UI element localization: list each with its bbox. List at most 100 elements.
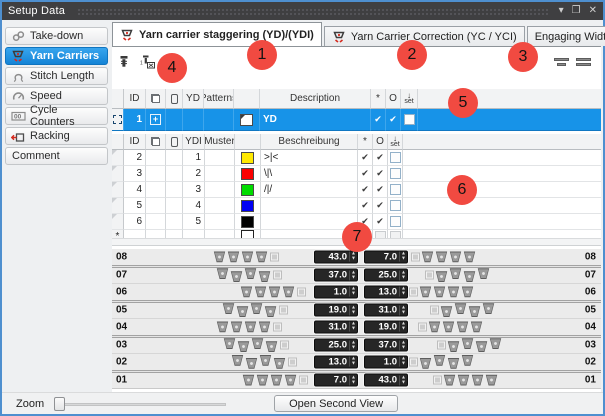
table-row[interactable]: 1+YD✔✔: [112, 109, 601, 131]
table-row[interactable]: 32\|\✔✔: [112, 166, 601, 182]
set-checkbox[interactable]: [390, 168, 401, 179]
carrier-assign-icon[interactable]: 1: [139, 55, 156, 69]
staggering-value-spinner[interactable]: 13.0▲▼: [364, 285, 408, 298]
set-checkbox[interactable]: [390, 200, 401, 211]
sidebar-item-cycle-counters[interactable]: 00Cycle Counters: [5, 107, 108, 125]
spinner-down-icon[interactable]: ▼: [351, 327, 356, 332]
spinner-arrows[interactable]: ▲▼: [349, 340, 357, 350]
carrier-group-left[interactable]: [213, 251, 280, 262]
staggering-value-spinner[interactable]: 31.0▲▼: [314, 320, 358, 333]
sidebar-item-yarn-carriers[interactable]: Yarn Carriers: [5, 47, 108, 65]
spinner-down-icon[interactable]: ▼: [351, 362, 356, 367]
stop-marker-handle[interactable]: [410, 358, 417, 365]
color-swatch[interactable]: [241, 152, 254, 164]
sidebar-item-speed[interactable]: Speed: [5, 87, 108, 105]
stop-marker-handle[interactable]: [438, 342, 445, 349]
spinner-arrows[interactable]: ▲▼: [349, 322, 357, 332]
zoom-slider-thumb[interactable]: [54, 397, 65, 411]
stop-marker-handle[interactable]: [298, 288, 305, 295]
stop-marker-handle[interactable]: [300, 377, 307, 384]
spinner-down-icon[interactable]: ▼: [401, 275, 406, 280]
spinner-down-icon[interactable]: ▼: [401, 362, 406, 367]
spinner-arrows[interactable]: ▲▼: [399, 270, 407, 280]
table-row[interactable]: 54✔✔: [112, 198, 601, 214]
spinner-arrows[interactable]: ▲▼: [349, 357, 357, 367]
stop-marker-handle[interactable]: [271, 253, 278, 260]
sidebar-item-comment[interactable]: Comment: [5, 147, 108, 165]
close-icon[interactable]: ✕: [589, 6, 597, 16]
staggering-value-spinner[interactable]: 13.0▲▼: [314, 355, 358, 368]
table-row[interactable]: 21>|<✔✔: [112, 150, 601, 166]
stop-marker-handle[interactable]: [419, 323, 426, 330]
color-swatch[interactable]: [241, 184, 254, 196]
spinner-down-icon[interactable]: ▼: [401, 380, 406, 385]
spinner-down-icon[interactable]: ▼: [401, 327, 406, 332]
titlebar[interactable]: Setup Data ▾❐✕: [2, 2, 603, 20]
pattern-swatch[interactable]: [240, 114, 253, 126]
carrier-group-left[interactable]: [222, 305, 289, 316]
window-menu-icon[interactable]: ▾: [559, 6, 564, 16]
spinner-arrows[interactable]: ▲▼: [399, 305, 407, 315]
staggering-value-spinner[interactable]: 1.0▲▼: [314, 285, 358, 298]
spinner-down-icon[interactable]: ▼: [401, 257, 406, 262]
spinner-down-icon[interactable]: ▼: [351, 380, 356, 385]
tab-yarn-carrier-correction-yc-yci[interactable]: Yarn Carrier Correction (YC / YCI): [324, 26, 525, 46]
layout-compact-icon[interactable]: [554, 58, 569, 66]
spinner-arrows[interactable]: ▲▼: [399, 375, 407, 385]
zoom-slider[interactable]: [54, 397, 226, 411]
staggering-value-spinner[interactable]: 37.0▲▼: [314, 269, 358, 282]
spinner-down-icon[interactable]: ▼: [351, 345, 356, 350]
stop-marker-handle[interactable]: [274, 323, 281, 330]
spinner-arrows[interactable]: ▲▼: [399, 322, 407, 332]
staggering-value-spinner[interactable]: 43.0▲▼: [314, 250, 358, 263]
carrier-group-right[interactable]: [424, 270, 491, 281]
table-row[interactable]: 43/|/✔✔: [112, 182, 601, 198]
stop-marker-handle[interactable]: [412, 253, 419, 260]
stop-marker-handle[interactable]: [431, 307, 438, 314]
stop-marker-handle[interactable]: [289, 358, 296, 365]
staggering-value-spinner[interactable]: 19.0▲▼: [364, 320, 408, 333]
spinner-arrows[interactable]: ▲▼: [349, 375, 357, 385]
sidebar-item-take-down[interactable]: Take-down: [5, 27, 108, 45]
carrier-group-right[interactable]: [408, 356, 475, 367]
staggering-value-spinner[interactable]: 25.0▲▼: [364, 269, 408, 282]
spinner-arrows[interactable]: ▲▼: [349, 270, 357, 280]
spinner-down-icon[interactable]: ▼: [401, 345, 406, 350]
carrier-group-left[interactable]: [231, 356, 298, 367]
spinner-down-icon[interactable]: ▼: [401, 292, 406, 297]
stop-marker-handle[interactable]: [280, 307, 287, 314]
carrier-group-right[interactable]: [408, 286, 475, 297]
tab-engaging-width-y-ua-b[interactable]: Engaging Width (Y:Ua-b): [527, 26, 605, 46]
spinner-arrows[interactable]: ▲▼: [349, 287, 357, 297]
carrier-group-left[interactable]: [223, 340, 290, 351]
carrier-group-right[interactable]: [429, 305, 496, 316]
carrier-group-left[interactable]: [242, 375, 309, 386]
stop-marker-handle[interactable]: [410, 288, 417, 295]
spinner-down-icon[interactable]: ▼: [351, 275, 356, 280]
stop-marker-handle[interactable]: [434, 377, 441, 384]
open-second-view-button[interactable]: Open Second View: [274, 395, 398, 412]
staggering-value-spinner[interactable]: 43.0▲▼: [364, 374, 408, 387]
stop-marker-handle[interactable]: [281, 342, 288, 349]
color-swatch[interactable]: [241, 168, 254, 180]
layout-rows-icon[interactable]: [576, 58, 591, 66]
zoom-slider-track[interactable]: [54, 403, 226, 406]
spinner-arrows[interactable]: ▲▼: [399, 287, 407, 297]
stop-marker-handle[interactable]: [426, 272, 433, 279]
carrier-group-right[interactable]: [432, 375, 499, 386]
spinner-down-icon[interactable]: ▼: [351, 257, 356, 262]
carrier-group-right[interactable]: [410, 251, 477, 262]
stop-marker-handle[interactable]: [274, 272, 281, 279]
tab-yarn-carrier-staggering-yd-ydi[interactable]: Yarn carrier staggering (YD)/(YDI): [112, 22, 322, 46]
set-checkbox[interactable]: [390, 152, 401, 163]
maximize-icon[interactable]: ❐: [572, 6, 581, 16]
carrier-tool-icon[interactable]: [117, 55, 130, 69]
spinner-down-icon[interactable]: ▼: [351, 310, 356, 315]
staggering-value-spinner[interactable]: 19.0▲▼: [314, 304, 358, 317]
carrier-group-left[interactable]: [240, 286, 307, 297]
spinner-arrows[interactable]: ▲▼: [399, 357, 407, 367]
set-checkbox[interactable]: [390, 216, 401, 227]
staggering-value-spinner[interactable]: 7.0▲▼: [314, 374, 358, 387]
carrier-group-right[interactable]: [417, 321, 484, 332]
staggering-value-spinner[interactable]: 37.0▲▼: [364, 339, 408, 352]
